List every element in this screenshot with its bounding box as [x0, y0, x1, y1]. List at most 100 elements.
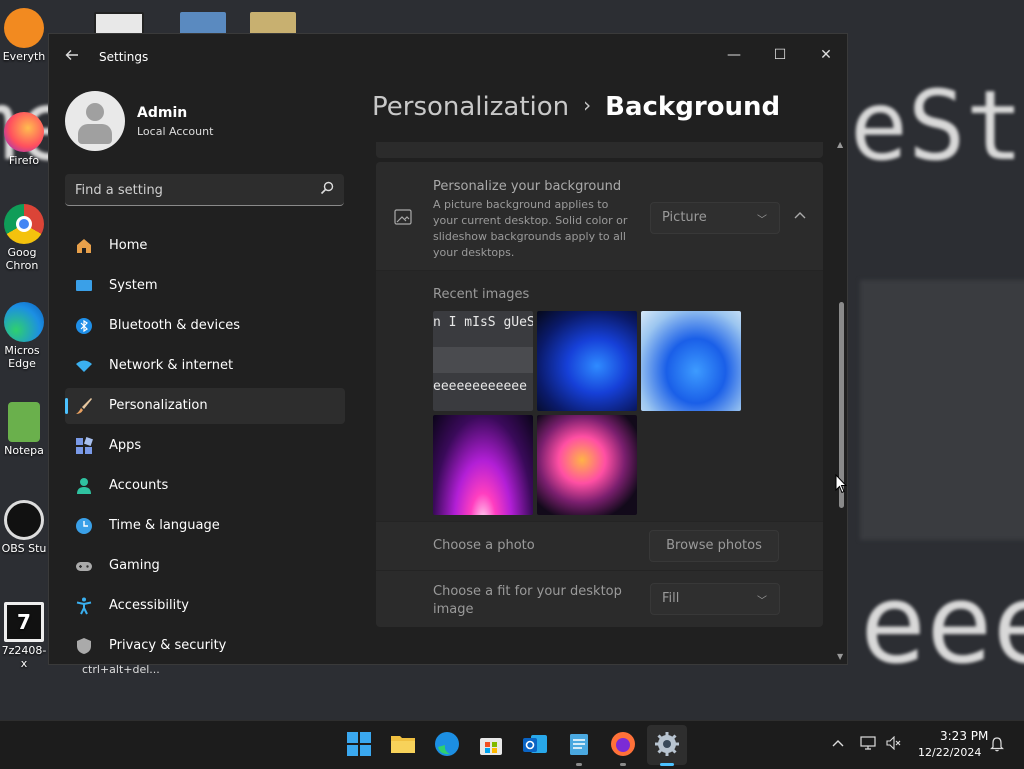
wifi-icon [76, 360, 92, 372]
user-account-type: Local Account [137, 125, 214, 138]
choose-photo-row: Choose a photo Browse photos [376, 521, 823, 570]
search-icon[interactable] [320, 181, 334, 195]
brush-icon [76, 398, 92, 414]
clock-date[interactable]: 12/22/2024 [918, 746, 981, 759]
scrollbar[interactable]: ▲ ▼ [837, 140, 845, 662]
store-icon[interactable] [478, 731, 504, 757]
notification-bell-icon[interactable] [990, 736, 1004, 752]
sidebar-item-gaming[interactable]: Gaming [65, 548, 345, 584]
breadcrumb-separator: › [583, 93, 592, 117]
desktop-icon-notepad[interactable]: Notepa [0, 402, 48, 457]
search-box[interactable] [65, 174, 344, 206]
title-bar[interactable]: Settings — ☐ ✕ [49, 34, 847, 80]
chevron-up-icon[interactable] [832, 739, 844, 747]
sidebar-item-privacy[interactable]: Privacy & security [65, 628, 345, 664]
apps-icon [76, 437, 93, 454]
recent-image-3[interactable] [641, 311, 741, 411]
clock-globe-icon [76, 518, 92, 534]
file-explorer-icon[interactable] [390, 731, 416, 757]
avatar-head-icon [86, 103, 104, 121]
sidebar-item-label: Accessibility [109, 598, 189, 613]
fit-dropdown[interactable]: Fill ﹀ [650, 583, 780, 615]
sidebar-item-label: Personalization [109, 398, 208, 413]
bluetooth-icon [76, 318, 92, 334]
wallpaper-block [860, 280, 1024, 540]
shield-icon [77, 638, 91, 654]
sidebar-item-time-language[interactable]: Time & language [65, 508, 345, 544]
desktop-icon-edge[interactable]: Micros Edge [0, 302, 48, 370]
recent-image-4[interactable] [433, 415, 533, 515]
browse-photos-button[interactable]: Browse photos [649, 530, 779, 562]
avatar[interactable] [65, 91, 125, 151]
minimize-button[interactable]: — [711, 40, 757, 70]
outlook-icon[interactable] [522, 731, 548, 757]
chrome-icon [4, 204, 44, 244]
network-icon[interactable] [860, 736, 876, 750]
recent-images-section: Recent images n I mIsS gUeS eeeeeeeeeeee [376, 270, 823, 521]
notepad-running-indicator [576, 763, 582, 766]
scroll-up-icon[interactable]: ▲ [837, 140, 843, 149]
wallpaper-text-bottom: eee [860, 560, 1024, 688]
volume-muted-icon[interactable] [886, 736, 902, 750]
breadcrumb: Personalization › Background [372, 92, 780, 122]
desktop-icon-firefox[interactable]: Firefo [0, 112, 48, 167]
recent-image-5[interactable] [537, 415, 637, 515]
sidebar-item-home[interactable]: Home [65, 228, 345, 264]
sidebar-item-accessibility[interactable]: Accessibility [65, 588, 345, 624]
background-card-header[interactable]: Personalize your background A picture ba… [376, 162, 823, 270]
sidebar-item-label: Network & internet [109, 358, 234, 373]
edge-icon[interactable] [434, 731, 460, 757]
chevron-down-icon: ﹀ [757, 596, 767, 607]
sidebar-item-bluetooth[interactable]: Bluetooth & devices [65, 308, 345, 344]
desktop-icon-chrome[interactable]: Goog Chron [0, 204, 48, 272]
sidebar-item-label: Time & language [109, 518, 220, 533]
system-icon [76, 280, 92, 291]
notepad-icon[interactable] [566, 731, 592, 757]
back-button[interactable] [61, 46, 83, 68]
desktop-icon-everything[interactable]: Everyth [0, 8, 48, 63]
sidebar-item-network[interactable]: Network & internet [65, 348, 345, 384]
desktop-icon-obs[interactable]: OBS Stu [0, 500, 48, 555]
sidebar-item-label: Bluetooth & devices [109, 318, 240, 333]
sidebar-item-accounts[interactable]: Accounts [65, 468, 345, 504]
accessibility-icon [76, 597, 92, 615]
accounts-icon [77, 478, 91, 494]
sidebar-item-system[interactable]: System [65, 268, 345, 304]
taskbar: 3:23 PM 12/22/2024 [0, 720, 1024, 769]
recent-image-1[interactable]: n I mIsS gUeS eeeeeeeeeeee [433, 311, 533, 411]
edge-icon [4, 302, 44, 342]
previous-card-edge [376, 142, 823, 158]
sidebar-item-label: Home [109, 238, 148, 253]
sidebar-item-apps[interactable]: Apps [65, 428, 345, 464]
scroll-down-icon[interactable]: ▼ [837, 652, 843, 661]
everything-icon [4, 8, 44, 48]
firefox-running-indicator [620, 763, 626, 766]
sidebar-nav: Home System Bluetooth & devices Network … [65, 228, 345, 664]
sidebar-item-personalization[interactable]: Personalization [65, 388, 345, 424]
sidebar-item-label: System [109, 278, 158, 293]
avatar-body-icon [78, 124, 112, 144]
desktop-icon-7zip[interactable]: 7 7z2408-x [0, 602, 48, 670]
maximize-button[interactable]: ☐ [757, 40, 803, 70]
wallpaper-text-top: eSt7 [850, 70, 1024, 182]
breadcrumb-parent[interactable]: Personalization [372, 92, 569, 122]
clock-time[interactable]: 3:23 PM [940, 729, 988, 743]
background-title: Personalize your background [433, 179, 622, 194]
close-button[interactable]: ✕ [803, 40, 847, 70]
sidebar-item-label: Privacy & security [109, 638, 227, 653]
background-type-value: Picture [662, 210, 707, 225]
background-description: A picture background applies to your cur… [433, 198, 628, 259]
collapse-button[interactable] [789, 204, 811, 226]
firefox-icon[interactable] [610, 731, 636, 757]
start-icon[interactable] [346, 731, 372, 757]
window-title: Settings [99, 50, 149, 64]
7zip-icon: 7 [4, 602, 44, 642]
background-type-dropdown[interactable]: Picture ﹀ [650, 202, 780, 234]
search-input[interactable] [65, 174, 317, 206]
settings-icon[interactable] [654, 731, 680, 757]
back-arrow-icon [65, 50, 78, 60]
page-title: Background [605, 92, 781, 122]
recent-image-2[interactable] [537, 311, 637, 411]
chevron-down-icon: ﹀ [757, 215, 767, 226]
mouse-cursor-icon [835, 474, 847, 494]
